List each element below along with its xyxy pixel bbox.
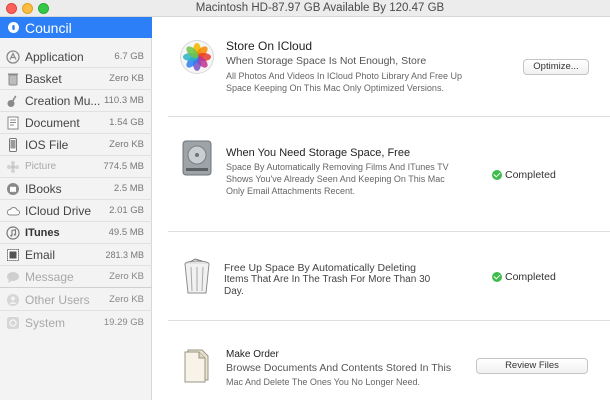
- check-icon: [492, 170, 502, 180]
- icloud-section: Store On ICloud When Storage Space Is No…: [153, 17, 610, 116]
- sidebar-item-ibooks[interactable]: IBooks 2.5 MB: [0, 178, 152, 199]
- check-icon: [492, 272, 502, 282]
- icloud-description: All Photos And Videos In ICloud Photo Li…: [226, 71, 462, 93]
- trash-title: Free Up Space By Automatically Deleting: [224, 262, 417, 274]
- sidebar-item-itunes[interactable]: ITunes 49.5 MB: [0, 222, 152, 243]
- photos-icon: [180, 40, 214, 78]
- hard-drive-icon: [180, 139, 214, 177]
- sidebar-item-other-users[interactable]: Other Users Zero KB: [0, 289, 152, 310]
- window-title: Macintosh HD-87.97 GB Available By 120.4…: [195, 2, 445, 14]
- sidebar-item-document[interactable]: Document 1.54 GB: [0, 112, 152, 133]
- lightbulb-icon: [6, 21, 20, 35]
- sidebar-item-icloud-drive[interactable]: ICloud Drive 2.01 GB: [0, 200, 152, 221]
- zoom-window-button[interactable]: [38, 3, 49, 14]
- trash-icon: [6, 72, 20, 86]
- guitar-icon: [6, 94, 20, 108]
- sidebar-separator: [0, 310, 152, 311]
- trash-can-icon: [180, 258, 214, 296]
- clutter-title: Make Order: [226, 349, 279, 360]
- trash-section: Free Up Space By Automatically Deleting …: [153, 232, 610, 320]
- sidebar-item-email[interactable]: Email 281.3 MB: [0, 244, 152, 265]
- sidebar-item-picture[interactable]: Picture 774.5 MB: [0, 156, 152, 177]
- title-bar: Macintosh HD-87.97 GB Available By 120.4…: [0, 0, 610, 17]
- sidebar-item-basket[interactable]: Basket Zero KB: [0, 68, 152, 89]
- trash-status: Completed: [492, 271, 556, 283]
- sidebar-item-label: Council: [25, 19, 72, 36]
- trash-description: Items That Are In The Trash For More Tha…: [224, 274, 431, 297]
- sidebar-item-ios-file[interactable]: IOS File Zero KB: [0, 134, 152, 155]
- sidebar-separator: [0, 287, 152, 288]
- optimize-title: When You Need Storage Space, Free: [226, 147, 411, 159]
- gear-icon: [6, 316, 20, 330]
- sidebar-item-system[interactable]: System 19.29 GB: [0, 312, 152, 333]
- users-icon: [6, 293, 20, 307]
- icloud-title: Store On ICloud: [226, 39, 313, 53]
- minimize-window-button[interactable]: [22, 3, 33, 14]
- stamp-icon: [6, 248, 20, 262]
- flower-icon: [6, 160, 20, 174]
- phone-icon: [6, 137, 20, 152]
- message-icon: [6, 270, 20, 284]
- sidebar-item-council[interactable]: Council: [0, 17, 152, 38]
- close-window-button[interactable]: [6, 3, 17, 14]
- icloud-line1: When Storage Space Is Not Enough, Store: [226, 55, 427, 67]
- documents-icon: [180, 346, 214, 384]
- application-icon: [6, 49, 20, 64]
- review-files-button[interactable]: Review Files: [476, 358, 588, 374]
- cloud-icon: [6, 204, 20, 218]
- clutter-description: Mac And Delete The Ones You No Longer Ne…: [226, 377, 420, 387]
- sidebar-item-creation-music[interactable]: Creation Mu... 110.3 MB: [0, 90, 152, 111]
- optimize-status: Completed: [492, 169, 556, 181]
- document-icon: [6, 116, 20, 130]
- clutter-section: Make Order Browse Documents And Contents…: [153, 321, 610, 400]
- optimize-description: Space By Automatically Removing Films An…: [226, 162, 449, 196]
- optimize-section: When You Need Storage Space, Free Space …: [153, 117, 610, 231]
- music-icon: [6, 225, 20, 240]
- book-icon: [6, 182, 20, 196]
- optimize-button[interactable]: Optimize...: [523, 59, 589, 75]
- sidebar: Council Application 6.7 GB Basket Zero K…: [0, 17, 152, 400]
- sidebar-item-message[interactable]: Message Zero KB: [0, 266, 152, 287]
- clutter-line1: Browse Documents And Contents Stored In …: [226, 362, 452, 374]
- sidebar-item-application[interactable]: Application 6.7 GB: [0, 46, 152, 67]
